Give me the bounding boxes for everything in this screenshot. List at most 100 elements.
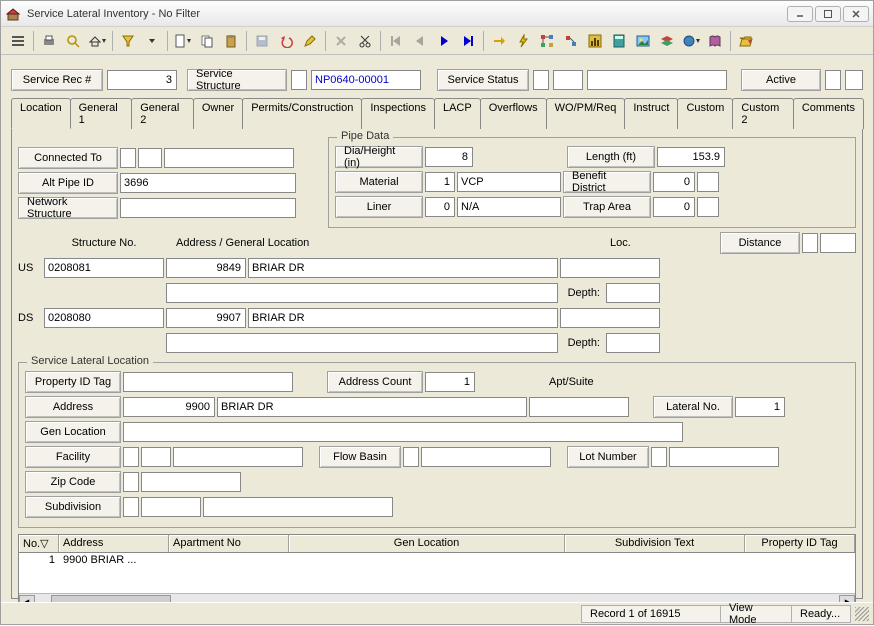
ds-gen-loc[interactable] [166,333,558,353]
active-label[interactable]: Active [741,69,821,91]
lateral-no-label[interactable]: Lateral No. [653,396,733,418]
trap-desc[interactable] [697,197,719,217]
filter-icon[interactable] [117,30,139,52]
benefit-desc[interactable] [697,172,719,192]
us-addr-street[interactable]: BRIAR DR [248,258,558,278]
edit-icon[interactable] [299,30,321,52]
service-structure-lookup[interactable] [291,70,307,90]
liner-desc[interactable]: N/A [457,197,561,217]
tab-comments[interactable]: Comments [793,98,864,129]
trap-label[interactable]: Trap Area [563,196,651,218]
flow-basin-field[interactable] [421,447,551,467]
go-icon[interactable] [488,30,510,52]
zip-lookup[interactable] [123,472,139,492]
distance-field[interactable] [820,233,856,253]
tab-overflows[interactable]: Overflows [480,98,547,129]
tab-lacp[interactable]: LACP [434,98,481,129]
service-status-desc[interactable] [587,70,727,90]
address-count-label[interactable]: Address Count [327,371,423,393]
network-structure-label[interactable]: Network Structure [18,197,118,219]
active-lookup[interactable] [825,70,841,90]
col-pid[interactable]: Property ID Tag [745,535,855,552]
address-no-field[interactable]: 9900 [123,397,215,417]
scroll-right-icon[interactable]: ▸ [839,595,855,603]
subdivision-lookup[interactable] [123,497,139,517]
lot-number-label[interactable]: Lot Number [567,446,649,468]
benefit-label[interactable]: Benefit District [563,171,651,193]
col-gen[interactable]: Gen Location [289,535,565,552]
facility-label[interactable]: Facility [25,446,121,468]
subdivision-code[interactable] [141,497,201,517]
connected-to-label[interactable]: Connected To [18,147,118,169]
gen-location-field[interactable] [123,422,683,442]
liner-label[interactable]: Liner [335,196,423,218]
chart-icon[interactable] [584,30,606,52]
facility-lookup[interactable] [123,447,139,467]
facility-desc[interactable] [173,447,303,467]
undo-icon[interactable] [275,30,297,52]
tab-general2[interactable]: General 2 [131,98,194,129]
image-icon[interactable] [632,30,654,52]
address-label[interactable]: Address [25,396,121,418]
alt-pipe-id-field[interactable]: 3696 [120,173,296,193]
resize-grip[interactable] [855,607,869,621]
property-id-field[interactable] [123,372,293,392]
lateral-no-field[interactable]: 1 [735,397,785,417]
tool-menu-icon[interactable] [7,30,29,52]
address-count-field[interactable]: 1 [425,372,475,392]
alt-pipe-id-label[interactable]: Alt Pipe ID [18,172,118,194]
document-dropdown-icon[interactable] [172,30,194,52]
length-label[interactable]: Length (ft) [567,146,655,168]
tab-inspections[interactable]: Inspections [361,98,435,129]
tab-location[interactable]: Location [11,98,71,129]
copy-icon[interactable] [196,30,218,52]
ds-addr-no[interactable]: 9907 [166,308,246,328]
apt-field[interactable] [529,397,629,417]
globe-dropdown-icon[interactable] [680,30,702,52]
us-structure-field[interactable]: 0208081 [44,258,164,278]
service-rec-label[interactable]: Service Rec # [11,69,103,91]
us-loc[interactable] [560,258,660,278]
subdivision-label[interactable]: Subdivision [25,496,121,518]
tab-wopm[interactable]: WO/PM/Req [546,98,626,129]
tab-custom[interactable]: Custom [677,98,733,129]
folder-open-icon[interactable] [735,30,757,52]
service-structure-field[interactable]: NP0640-00001 [311,70,421,90]
search-icon[interactable] [62,30,84,52]
close-button[interactable] [843,6,869,22]
first-icon[interactable] [385,30,407,52]
ds-loc[interactable] [560,308,660,328]
tab-custom2[interactable]: Custom 2 [732,98,793,129]
ds-depth[interactable] [606,333,660,353]
book-icon[interactable] [704,30,726,52]
liner-code[interactable]: 0 [425,197,455,217]
tab-instruct[interactable]: Instruct [624,98,678,129]
address-street-field[interactable]: BRIAR DR [217,397,527,417]
connected-to-desc[interactable] [164,148,294,168]
lot-number-field[interactable] [669,447,779,467]
material-label[interactable]: Material [335,171,423,193]
us-gen-loc[interactable] [166,283,558,303]
zip-label[interactable]: Zip Code [25,471,121,493]
scroll-thumb[interactable] [51,595,171,603]
col-sub[interactable]: Subdivision Text [565,535,745,552]
scroll-left-icon[interactable]: ◂ [19,595,35,603]
print-icon[interactable] [38,30,60,52]
material-desc[interactable]: VCP [457,172,561,192]
home-dropdown-icon[interactable] [86,30,108,52]
col-no[interactable]: No.▽ [19,535,59,552]
bolt-icon[interactable] [512,30,534,52]
service-status-code[interactable] [553,70,583,90]
facility-code[interactable] [141,447,171,467]
distance-label[interactable]: Distance [720,232,800,254]
flow-basin-label[interactable]: Flow Basin [319,446,401,468]
tab-permits[interactable]: Permits/Construction [242,98,362,129]
calc-icon[interactable] [608,30,630,52]
layers-icon[interactable] [656,30,678,52]
save-icon[interactable] [251,30,273,52]
length-field[interactable]: 153.9 [657,147,725,167]
col-apt[interactable]: Apartment No [169,535,289,552]
ds-addr-street[interactable]: BRIAR DR [248,308,558,328]
service-structure-label[interactable]: Service Structure [187,69,287,91]
tab-owner[interactable]: Owner [193,98,243,129]
